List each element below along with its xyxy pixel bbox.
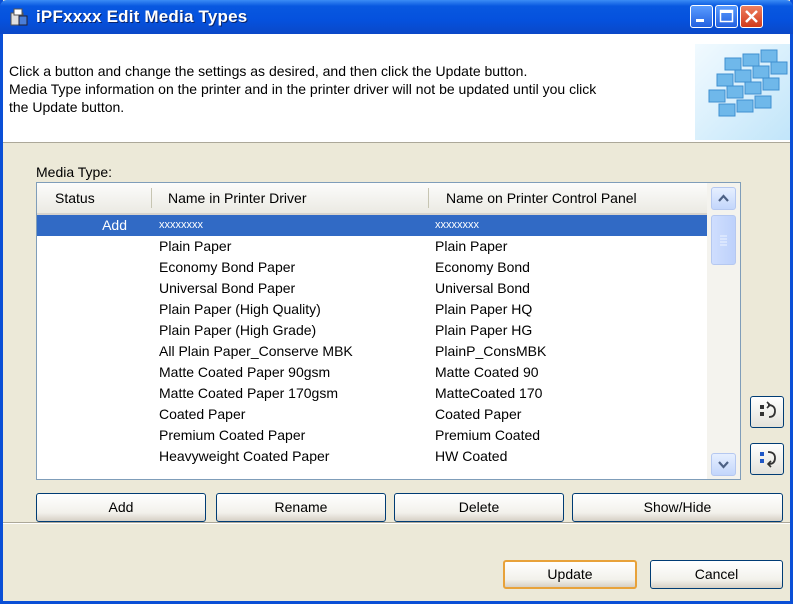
delete-button[interactable]: Delete <box>394 493 564 522</box>
scrollbar-thumb[interactable] <box>711 215 736 265</box>
list-row[interactable]: Economy Bond Paper Economy Bond <box>37 257 707 278</box>
row-panel-name: Premium Coated <box>435 427 541 443</box>
show-hide-button[interactable]: Show/Hide <box>572 493 783 522</box>
row-driver-name: Plain Paper (High Grade) <box>159 322 317 338</box>
row-driver-name: Premium Coated Paper <box>159 427 306 443</box>
close-icon <box>745 10 758 23</box>
list-rows: Add xxxxxxxx xxxxxxxx Plain Paper Plain P… <box>37 215 707 467</box>
media-type-label: Media Type: <box>36 164 113 180</box>
column-divider[interactable] <box>151 188 152 208</box>
instruction-line-3: the Update button. <box>9 99 125 115</box>
column-header-status[interactable]: Status <box>55 190 95 206</box>
row-panel-name: Economy Bond <box>435 259 530 275</box>
close-button[interactable] <box>740 5 763 28</box>
maximize-button[interactable] <box>715 5 738 28</box>
scrollbar-grip-icon <box>720 235 727 246</box>
row-driver-name: Matte Coated Paper 170gsm <box>159 385 338 401</box>
list-row[interactable]: Plain Paper Plain Paper <box>37 236 707 257</box>
instruction-line-2: Media Type information on the printer an… <box>9 81 597 97</box>
vertical-scrollbar[interactable] <box>707 183 740 479</box>
column-header-driver-name[interactable]: Name in Printer Driver <box>168 190 306 206</box>
rename-button[interactable]: Rename <box>216 493 386 522</box>
row-driver-name: All Plain Paper_Conserve MBK <box>159 343 353 359</box>
row-panel-name: Universal Bond <box>435 280 530 296</box>
instruction-line-1: Click a button and change the settings a… <box>9 63 528 79</box>
row-driver-name: Matte Coated Paper 90gsm <box>159 364 331 380</box>
row-panel-name: Plain Paper HQ <box>435 301 533 317</box>
title-bar[interactable]: iPFxxxx Edit Media Types <box>0 0 793 34</box>
list-column-header: Status Name in Printer Driver Name on Pr… <box>37 183 707 215</box>
move-up-button[interactable] <box>750 396 784 428</box>
bottom-separator <box>3 522 790 524</box>
row-driver-name: Universal Bond Paper <box>159 280 296 296</box>
row-driver-name: Plain Paper <box>159 238 232 254</box>
list-row-selected[interactable]: Add xxxxxxxx xxxxxxxx <box>37 215 707 236</box>
scroll-up-button[interactable] <box>711 187 736 210</box>
media-type-list[interactable]: Status Name in Printer Driver Name on Pr… <box>36 182 741 480</box>
row-panel-name: HW Coated <box>435 448 508 464</box>
window-title: iPFxxxx Edit Media Types <box>36 7 248 26</box>
move-up-icon <box>760 401 776 418</box>
move-down-button[interactable] <box>750 443 784 475</box>
list-row[interactable]: Plain Paper (High Quality) Plain Paper HQ <box>37 299 707 320</box>
column-divider[interactable] <box>428 188 429 208</box>
edit-media-types-dialog: iPFxxxx Edit Media Types Click a button … <box>0 0 793 604</box>
row-driver-name: Plain Paper (High Quality) <box>159 301 321 317</box>
row-panel-name: xxxxxxxx <box>435 219 479 231</box>
scroll-down-button[interactable] <box>711 453 736 476</box>
maximize-icon <box>719 9 734 23</box>
row-panel-name: Plain Paper <box>435 238 508 254</box>
row-driver-name: xxxxxxxx <box>159 219 203 231</box>
list-row[interactable]: All Plain Paper_Conserve MBK PlainP_ConsM… <box>37 341 707 362</box>
cancel-button[interactable]: Cancel <box>650 560 783 589</box>
row-driver-name: Economy Bond Paper <box>159 259 296 275</box>
move-down-icon <box>760 451 776 468</box>
update-button[interactable]: Update <box>503 560 637 589</box>
row-panel-name: Plain Paper HG <box>435 322 533 338</box>
row-panel-name: Coated Paper <box>435 406 522 422</box>
row-driver-name: Coated Paper <box>159 406 246 422</box>
row-driver-name: Heavyweight Coated Paper <box>159 448 330 464</box>
minimize-button[interactable] <box>690 5 713 28</box>
list-row[interactable]: Matte Coated Paper 170gsm MatteCoated 170 <box>37 383 707 404</box>
list-row[interactable]: Premium Coated Paper Premium Coated <box>37 425 707 446</box>
row-status: Add <box>102 217 127 233</box>
minimize-icon <box>696 19 704 22</box>
list-row[interactable]: Heavyweight Coated Paper HW Coated <box>37 446 707 467</box>
list-row[interactable]: Universal Bond Paper Universal Bond <box>37 278 707 299</box>
scroll-up-arrow-icon <box>718 194 729 202</box>
instruction-panel: Click a button and change the settings a… <box>3 34 790 143</box>
scroll-down-arrow-icon <box>718 461 729 469</box>
instruction-text: Click a button and change the settings a… <box>9 62 754 116</box>
row-panel-name: PlainP_ConsMBK <box>435 343 547 359</box>
row-panel-name: Matte Coated 90 <box>435 364 539 380</box>
column-header-panel-name[interactable]: Name on Printer Control Panel <box>446 190 637 206</box>
add-button[interactable]: Add <box>36 493 206 522</box>
media-types-icon <box>10 8 28 26</box>
list-row[interactable]: Matte Coated Paper 90gsm Matte Coated 90 <box>37 362 707 383</box>
list-row[interactable]: Coated Paper Coated Paper <box>37 404 707 425</box>
list-row[interactable]: Plain Paper (High Grade) Plain Paper HG <box>37 320 707 341</box>
row-panel-name: MatteCoated 170 <box>435 385 543 401</box>
